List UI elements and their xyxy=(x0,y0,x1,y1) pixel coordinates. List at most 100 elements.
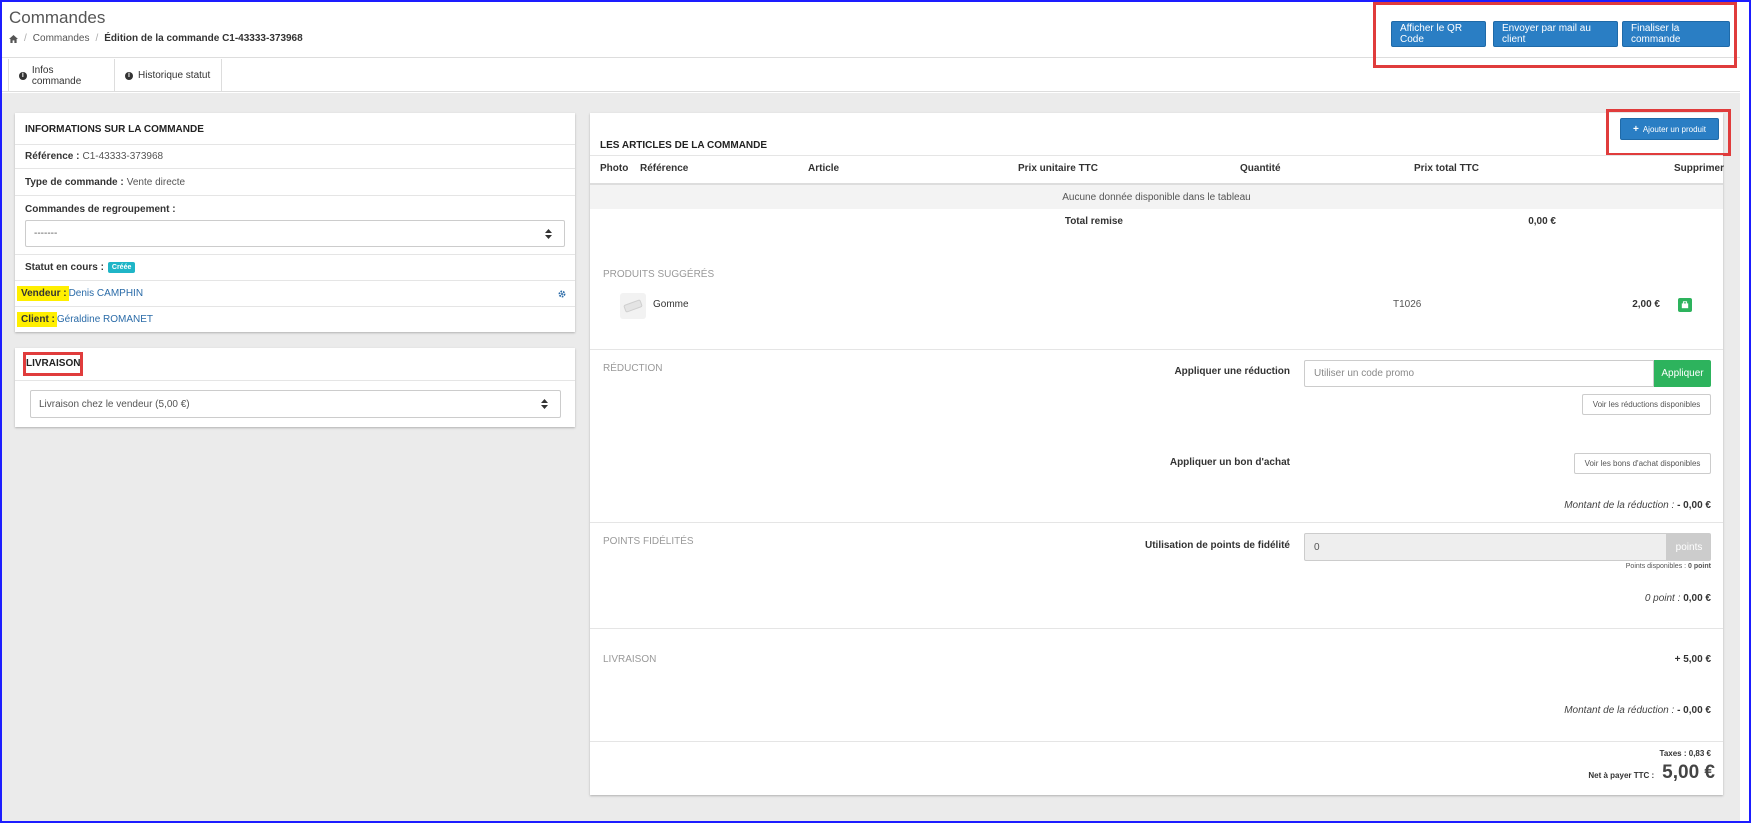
column-header-unit-price[interactable]: Prix unitaire TTC xyxy=(1018,163,1098,174)
loyalty-use-label: Utilisation de points de fidélité xyxy=(1144,540,1290,551)
shipping-reduction-line: Montant de la réduction : - 0,00 € xyxy=(1450,705,1711,716)
order-type-value: Vente directe xyxy=(126,176,186,188)
divider xyxy=(15,380,575,381)
tab-infos-commande[interactable]: i Infos commande xyxy=(8,59,115,92)
loyalty-section-label: POINTS FIDÉLITÉS xyxy=(603,536,694,547)
articles-title: LES ARTICLES DE LA COMMANDE xyxy=(600,140,768,151)
taxes-label: Taxes : xyxy=(1659,749,1687,758)
shipping-reduction-value: - 0,00 € xyxy=(1677,705,1711,716)
apply-promo-button[interactable]: Appliquer xyxy=(1654,360,1711,387)
plus-icon: + xyxy=(1633,123,1639,135)
column-header-reference[interactable]: Référence xyxy=(640,163,688,174)
column-header-quantity[interactable]: Quantité xyxy=(1240,163,1281,174)
shipping-reduction-label: Montant de la réduction : xyxy=(1564,705,1675,716)
show-qr-button[interactable]: Afficher le QR Code xyxy=(1391,21,1486,47)
empty-table-message: Aucune donnée disponible dans le tableau xyxy=(590,185,1723,209)
reduction-amount-line: Montant de la réduction : - 0,00 € xyxy=(1450,500,1711,511)
reference-value: C1-43333-373968 xyxy=(82,151,164,162)
points-addon: points xyxy=(1667,533,1711,561)
reference-row: Référence : C1-43333-373968 xyxy=(15,144,575,168)
loyalty-summary-label: 0 point : xyxy=(1644,593,1681,604)
available-points-value: 0 point xyxy=(1688,563,1711,570)
home-icon[interactable] xyxy=(9,34,18,43)
reduction-amount-value: - 0,00 € xyxy=(1677,500,1711,511)
add-to-cart-button[interactable] xyxy=(1678,298,1692,312)
delivery-panel: LIVRAISON Livraison chez le vendeur (5,0… xyxy=(15,348,575,427)
loyalty-summary-value: 0,00 € xyxy=(1683,593,1711,604)
product-thumbnail xyxy=(620,293,646,319)
available-points-label: Points disponibles : xyxy=(1625,563,1687,570)
reference-label: Référence : xyxy=(25,151,80,162)
order-type-label: Type de commande : xyxy=(25,176,124,188)
tab-label: Infos commande xyxy=(31,64,82,87)
order-info-panel: INFORMATIONS SUR LA COMMANDE Référence :… xyxy=(15,113,575,332)
finalize-order-button[interactable]: Finaliser la commande xyxy=(1622,21,1730,47)
shipping-section-label: LIVRAISON xyxy=(603,654,657,665)
column-header-delete[interactable]: Supprimer xyxy=(1674,163,1724,174)
view-reductions-button[interactable]: Voir les réductions disponibles xyxy=(1582,394,1711,415)
client-row: Client : Géraldine ROMANET xyxy=(15,306,575,332)
eraser-icon xyxy=(623,299,643,313)
breadcrumb-commandes[interactable]: Commandes xyxy=(33,33,90,44)
column-header-photo[interactable]: Photo xyxy=(600,163,628,174)
breadcrumb-separator: / xyxy=(95,33,99,44)
breadcrumb-current: Édition de la commande C1-43333-373968 xyxy=(104,33,303,44)
grouping-selected-value: ------- xyxy=(34,228,58,239)
apply-reduction-label: Appliquer une réduction xyxy=(1174,366,1290,377)
loyalty-summary-line: 0 point : 0,00 € xyxy=(1500,593,1711,604)
divider xyxy=(590,349,1723,350)
taxes-line: Taxes : 0,83 € xyxy=(1550,749,1711,758)
client-label: Client : xyxy=(17,312,57,327)
add-product-button[interactable]: + Ajouter un produit xyxy=(1620,118,1719,140)
panel-title: LIVRAISON xyxy=(26,358,81,369)
loyalty-points-input[interactable]: 0 xyxy=(1304,533,1667,561)
seller-link[interactable]: Denis CAMPHIN xyxy=(69,288,143,299)
suggested-products-label: PRODUITS SUGGÉRÉS xyxy=(603,269,715,280)
seller-row: Vendeur : Denis CAMPHIN xyxy=(15,280,575,306)
seller-label: Vendeur : xyxy=(17,286,69,301)
suggested-product-price: 2,00 € xyxy=(1632,299,1660,310)
delivery-select[interactable]: Livraison chez le vendeur (5,00 €) xyxy=(30,390,561,418)
page-title: Commandes xyxy=(9,8,106,27)
suggested-product-name: Gomme xyxy=(653,299,689,310)
taxes-value: 0,83 € xyxy=(1688,749,1711,758)
panel-title: INFORMATIONS SUR LA COMMANDE xyxy=(25,124,204,135)
divider xyxy=(590,522,1723,523)
status-badge: Créée xyxy=(107,262,136,273)
breadcrumb-separator: / xyxy=(24,33,27,44)
suggested-product-ref: T1026 xyxy=(1393,299,1422,310)
divider xyxy=(590,628,1723,629)
sort-arrows-icon xyxy=(545,228,552,239)
net-total-value: 5,00 € xyxy=(1662,762,1715,783)
reduction-amount-label: Montant de la réduction : xyxy=(1564,500,1675,511)
divider xyxy=(590,741,1723,742)
cart-icon xyxy=(1681,301,1689,309)
view-vouchers-button[interactable]: Voir les bons d'achat disponibles xyxy=(1574,453,1711,474)
client-link[interactable]: Géraldine ROMANET xyxy=(57,314,153,325)
promo-code-input[interactable]: Utiliser un code promo xyxy=(1304,360,1654,387)
column-header-article[interactable]: Article xyxy=(808,163,839,174)
add-product-label: Ajouter un produit xyxy=(1642,124,1706,134)
status-label: Statut en cours : xyxy=(25,262,104,273)
status-row: Statut en cours : Créée xyxy=(15,254,575,280)
tab-label: Historique statut xyxy=(138,70,211,81)
shipping-amount: + 5,00 € xyxy=(1674,654,1711,665)
total-discount-value: 0,00 € xyxy=(1528,216,1556,227)
grouping-label: Commandes de regroupement : xyxy=(25,204,176,215)
divider xyxy=(590,155,1723,156)
reduction-section-label: RÉDUCTION xyxy=(603,363,663,374)
net-total-label: Net à payer TTC : xyxy=(1588,771,1655,780)
net-total-line: Net à payer TTC : 5,00 € xyxy=(1500,762,1715,784)
grouping-select[interactable]: ------- xyxy=(25,220,565,247)
send-mail-button[interactable]: Envoyer par mail au client xyxy=(1493,21,1618,47)
info-icon: i xyxy=(125,71,133,80)
apply-voucher-label: Appliquer un bon d'achat xyxy=(1169,457,1290,468)
tab-historique-statut[interactable]: i Historique statut xyxy=(114,59,222,92)
info-icon: i xyxy=(19,71,27,80)
available-points-line: Points disponibles : 0 point xyxy=(1500,563,1711,570)
order-type-row: Type de commande : Vente directe xyxy=(15,168,575,195)
column-header-total-price[interactable]: Prix total TTC xyxy=(1414,163,1479,174)
gear-icon[interactable] xyxy=(558,290,566,298)
sort-arrows-icon xyxy=(541,399,548,409)
breadcrumb: / Commandes / Édition de la commande C1-… xyxy=(9,33,303,44)
